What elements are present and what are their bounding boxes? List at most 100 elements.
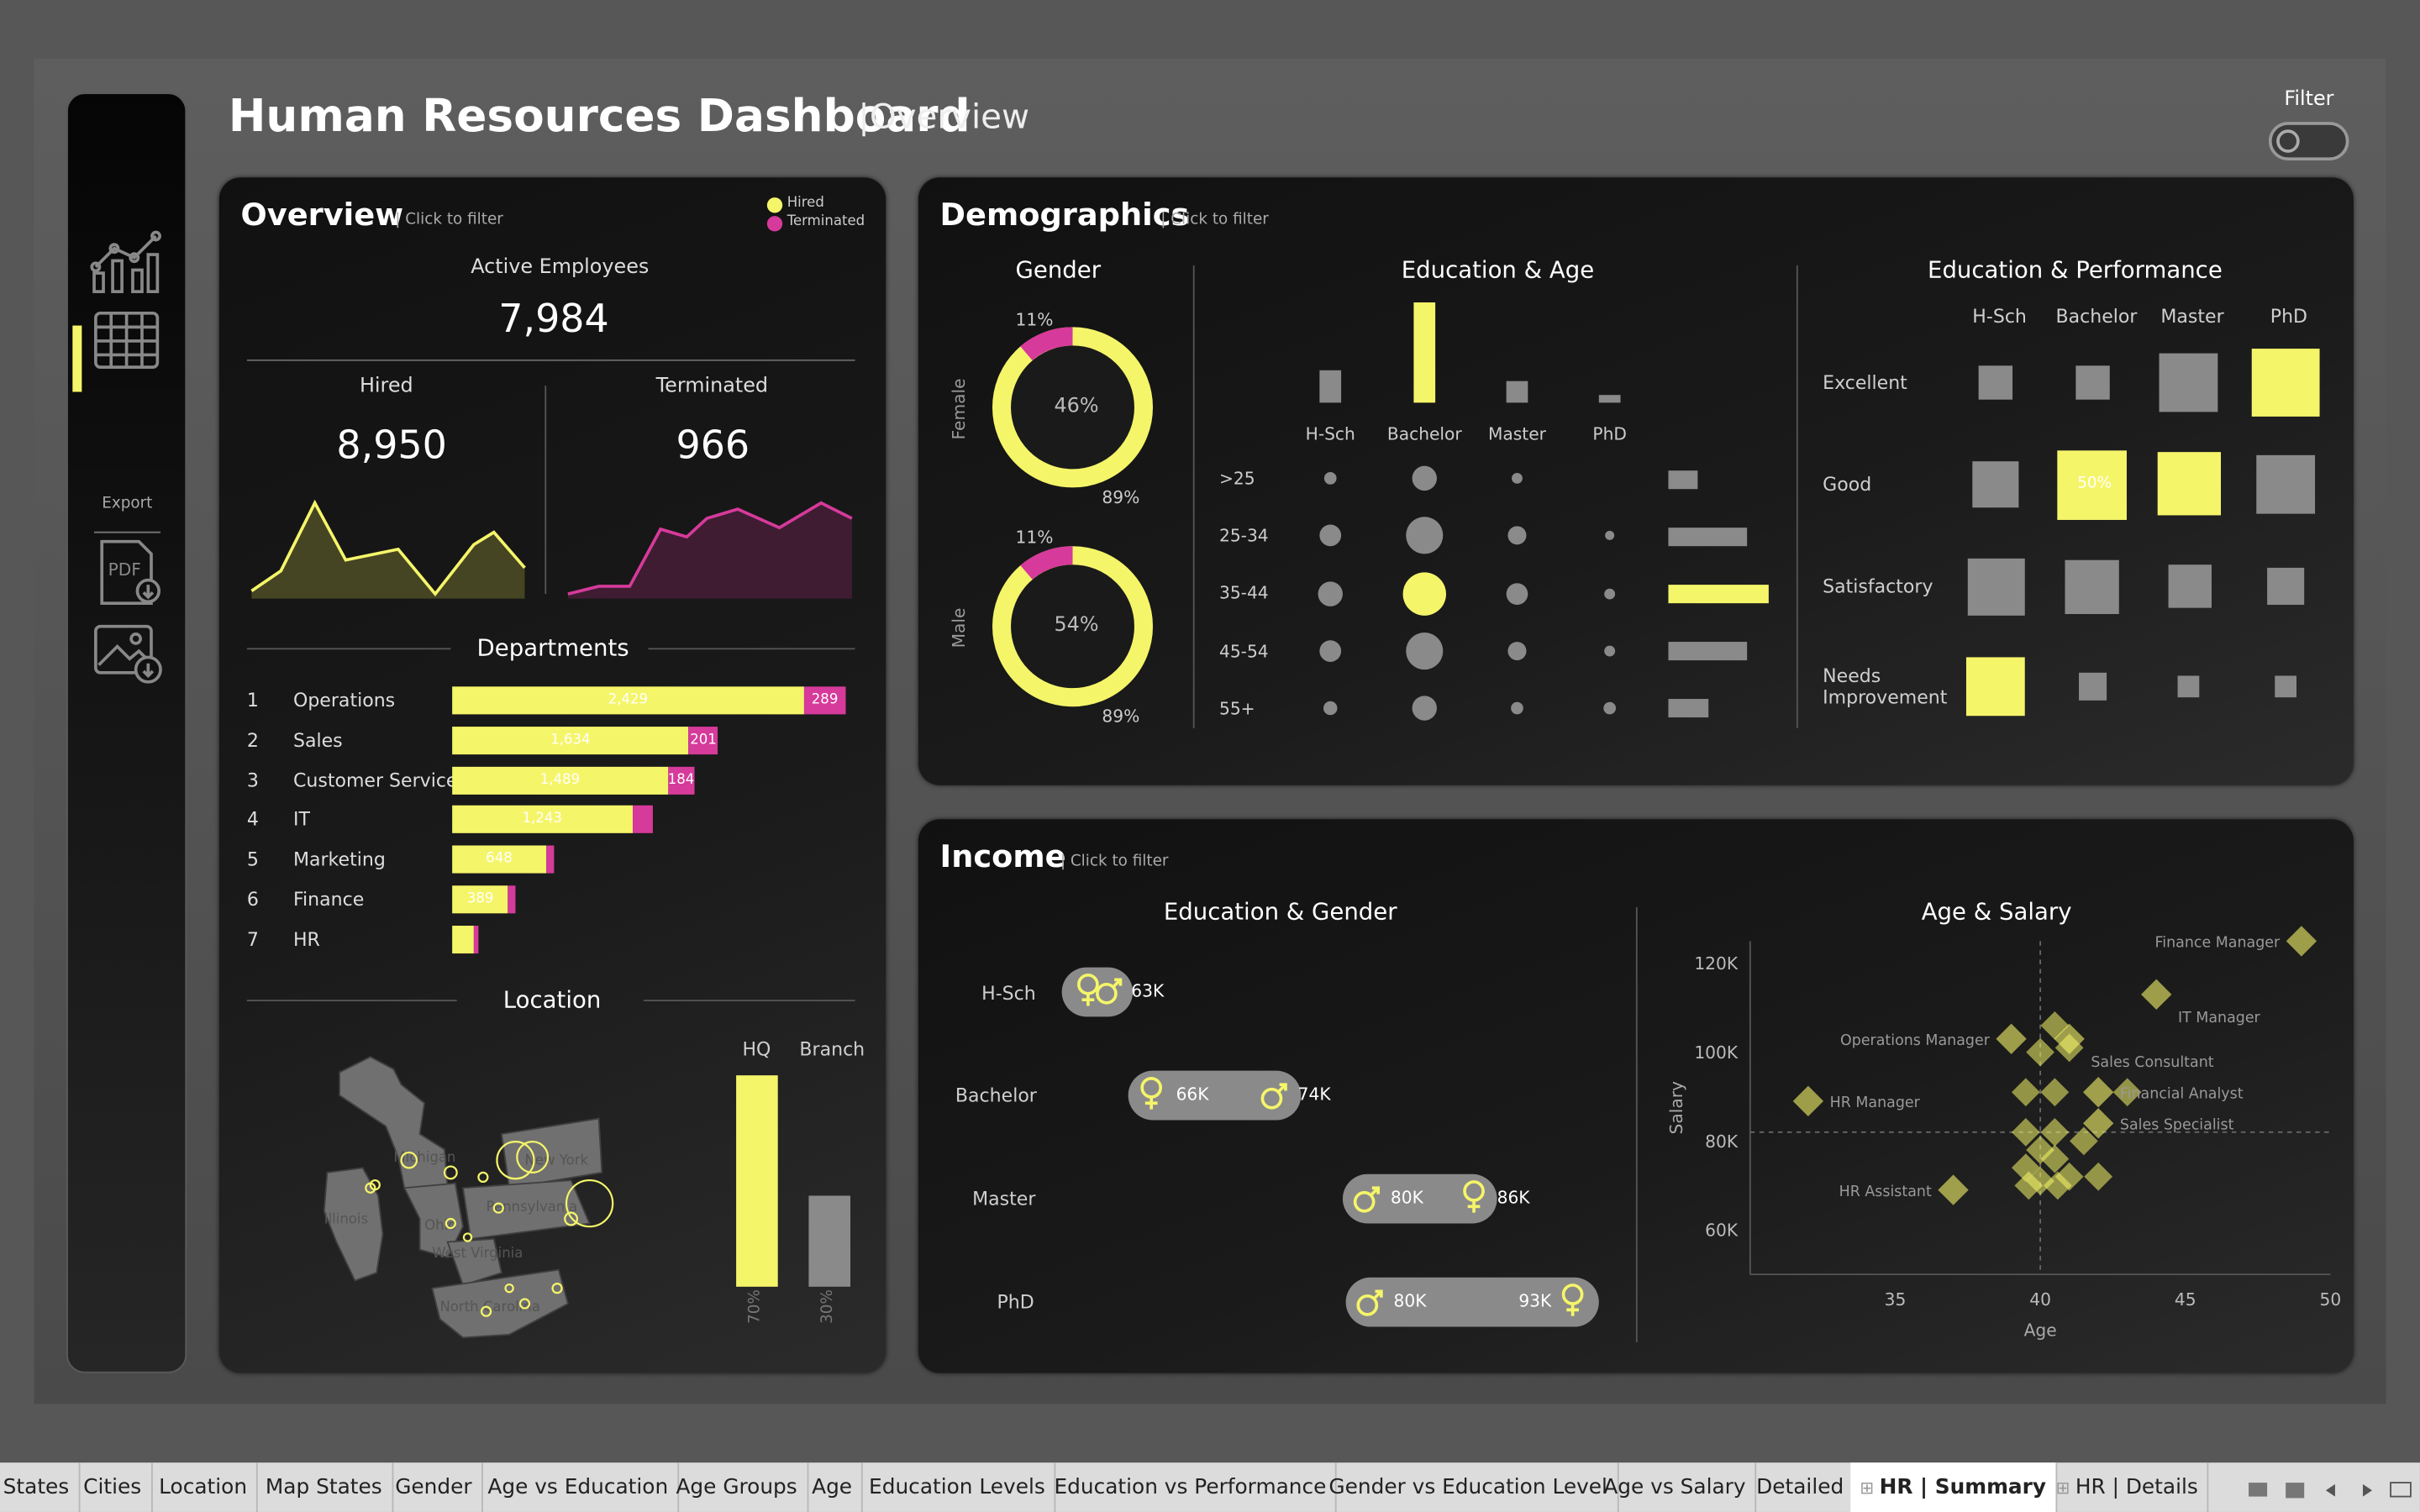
next-sheet-icon[interactable] xyxy=(2362,1483,2373,1497)
dept-hired-bar[interactable]: 648 xyxy=(452,845,546,874)
perf-cell[interactable] xyxy=(1967,558,2025,616)
filter-toggle[interactable] xyxy=(2268,122,2349,161)
income-hint[interactable]: | Click to filter xyxy=(1060,853,1169,870)
edu-age-chart[interactable]: H-Sch Bachelor Master PhD >25 25-34 35-4… xyxy=(1212,293,1783,741)
perf-cell[interactable] xyxy=(2075,365,2110,400)
gender-donuts[interactable] xyxy=(987,321,1165,738)
filmstrip-icon[interactable] xyxy=(2286,1483,2305,1499)
edu-total-bar[interactable] xyxy=(1598,395,1621,403)
hq-bar[interactable] xyxy=(736,1074,778,1287)
present-icon[interactable] xyxy=(2390,1482,2412,1498)
edu-age-bubble[interactable] xyxy=(1412,696,1437,721)
sheet-tab[interactable]: Gender xyxy=(386,1462,483,1512)
table-icon[interactable] xyxy=(94,312,160,369)
export-image-icon[interactable] xyxy=(94,624,162,684)
sheet-tab[interactable]: Detailed xyxy=(1747,1462,1855,1512)
dept-hired-bar[interactable]: 1,489 xyxy=(452,766,668,795)
location-map[interactable]: Michigan New York Illinois Pennsylvania … xyxy=(308,1042,633,1350)
scatter-point[interactable] xyxy=(2026,1037,2055,1067)
sheet-tab[interactable]: Education vs Performance xyxy=(1044,1462,1338,1512)
dept-name[interactable]: Customer Service xyxy=(293,769,458,791)
edu-age-bubble[interactable] xyxy=(1318,581,1343,606)
edu-age-bubble[interactable] xyxy=(1603,701,1617,715)
prev-sheet-icon[interactable] xyxy=(2325,1483,2335,1497)
edu-perf-matrix[interactable] xyxy=(1944,332,2346,733)
sheet-tab[interactable]: ⊞ HR | Summary xyxy=(1850,1462,2057,1512)
sheet-tab[interactable]: Age vs Education xyxy=(478,1462,680,1512)
edu-age-bubble[interactable] xyxy=(1402,572,1446,616)
perf-cell[interactable] xyxy=(2177,675,2200,698)
show-sheets-icon[interactable] xyxy=(2249,1483,2268,1497)
edu-age-bubble[interactable] xyxy=(1512,472,1523,484)
hired-terminated-sparklines[interactable] xyxy=(247,491,865,606)
dept-name[interactable]: Operations xyxy=(293,690,395,711)
scatter-point[interactable] xyxy=(2084,1162,2113,1191)
perf-cell[interactable] xyxy=(2275,675,2297,698)
dept-terminated-bar[interactable]: 289 xyxy=(803,686,846,715)
age-total-bar[interactable] xyxy=(1668,528,1748,547)
scatter-point[interactable] xyxy=(1996,1023,2027,1054)
dept-name[interactable]: Marketing xyxy=(293,849,386,871)
dept-terminated-bar[interactable]: 201 xyxy=(688,726,718,754)
edu-age-bubble[interactable] xyxy=(1323,472,1337,485)
edu-age-bubble[interactable] xyxy=(1406,633,1444,670)
perf-cell[interactable] xyxy=(2079,672,2107,701)
scatter-point[interactable] xyxy=(2011,1078,2040,1107)
sheet-tab[interactable]: Age vs Salary xyxy=(1594,1462,1757,1512)
dept-name[interactable]: HR xyxy=(293,928,320,950)
edu-age-bubble[interactable] xyxy=(1406,517,1444,554)
edu-age-bubble[interactable] xyxy=(1507,526,1527,545)
sheet-tab[interactable]: Age Groups xyxy=(666,1462,808,1512)
dept-hired-bar[interactable]: 2,429 xyxy=(452,686,804,715)
age-total-bar[interactable] xyxy=(1668,699,1709,718)
sheet-tab[interactable]: Map States xyxy=(256,1462,393,1512)
sheet-tab[interactable]: Cities xyxy=(74,1462,153,1512)
dept-hired-bar[interactable]: 1,634 xyxy=(452,726,689,754)
line-chart-icon[interactable] xyxy=(90,230,161,293)
sheet-tab[interactable]: Gender vs Education Level xyxy=(1319,1462,1618,1512)
edu-age-bubble[interactable] xyxy=(1412,465,1437,491)
perf-cell[interactable] xyxy=(2267,567,2305,605)
edu-age-bubble[interactable] xyxy=(1319,524,1342,547)
perf-cell[interactable] xyxy=(2065,559,2119,615)
perf-cell[interactable] xyxy=(2157,452,2222,516)
scatter-point[interactable] xyxy=(2141,979,2172,1011)
scatter-point[interactable] xyxy=(2286,926,2317,957)
scatter-point[interactable] xyxy=(2082,1077,2114,1108)
map-location-marker[interactable] xyxy=(477,1171,489,1184)
perf-cell[interactable] xyxy=(1972,461,2019,508)
age-total-bar[interactable] xyxy=(1668,642,1748,661)
branch-bar[interactable] xyxy=(808,1195,851,1287)
overview-hint[interactable]: | Click to filter xyxy=(395,212,503,228)
age-total-bar[interactable] xyxy=(1668,585,1769,604)
dept-terminated-bar[interactable] xyxy=(632,806,653,834)
sheet-tab[interactable]: ⊞ HR | Details xyxy=(2046,1462,2209,1512)
dept-name[interactable]: Finance xyxy=(293,889,364,911)
edu-total-bar[interactable] xyxy=(1413,302,1436,403)
edu-age-bubble[interactable] xyxy=(1511,701,1523,715)
income-range-bar[interactable] xyxy=(1345,1277,1599,1327)
perf-cell[interactable] xyxy=(1978,365,2013,400)
sheet-tab[interactable]: States xyxy=(0,1462,81,1512)
edu-age-bubble[interactable] xyxy=(1605,530,1615,540)
dept-terminated-bar[interactable] xyxy=(508,885,516,914)
edu-age-bubble[interactable] xyxy=(1319,640,1342,662)
scatter-point[interactable] xyxy=(1938,1174,1969,1205)
dept-hired-bar[interactable] xyxy=(452,925,474,953)
age-salary-scatter[interactable]: 120K 100K 80K 60K 35 40 45 50 Age Salary Finance M… xyxy=(1666,926,2346,1357)
edu-age-bubble[interactable] xyxy=(1323,701,1338,716)
sheet-tab[interactable]: Education Levels xyxy=(860,1462,1056,1512)
sheet-tab[interactable]: Age xyxy=(802,1462,863,1512)
edu-age-bubble[interactable] xyxy=(1507,642,1527,661)
perf-cell[interactable] xyxy=(1965,657,2025,717)
edu-age-bubble[interactable] xyxy=(1506,583,1528,605)
demographics-hint[interactable]: | Click to filter xyxy=(1160,212,1269,228)
edu-age-bubble[interactable] xyxy=(1604,645,1616,657)
edu-age-bubble[interactable] xyxy=(1604,588,1616,600)
scatter-point[interactable] xyxy=(2040,1078,2070,1107)
dept-hired-bar[interactable]: 1,243 xyxy=(452,806,633,834)
perf-cell[interactable] xyxy=(2256,454,2316,514)
sheet-tab[interactable]: Location xyxy=(150,1462,258,1512)
dept-name[interactable]: Sales xyxy=(293,729,343,751)
age-total-bar[interactable] xyxy=(1668,470,1698,490)
